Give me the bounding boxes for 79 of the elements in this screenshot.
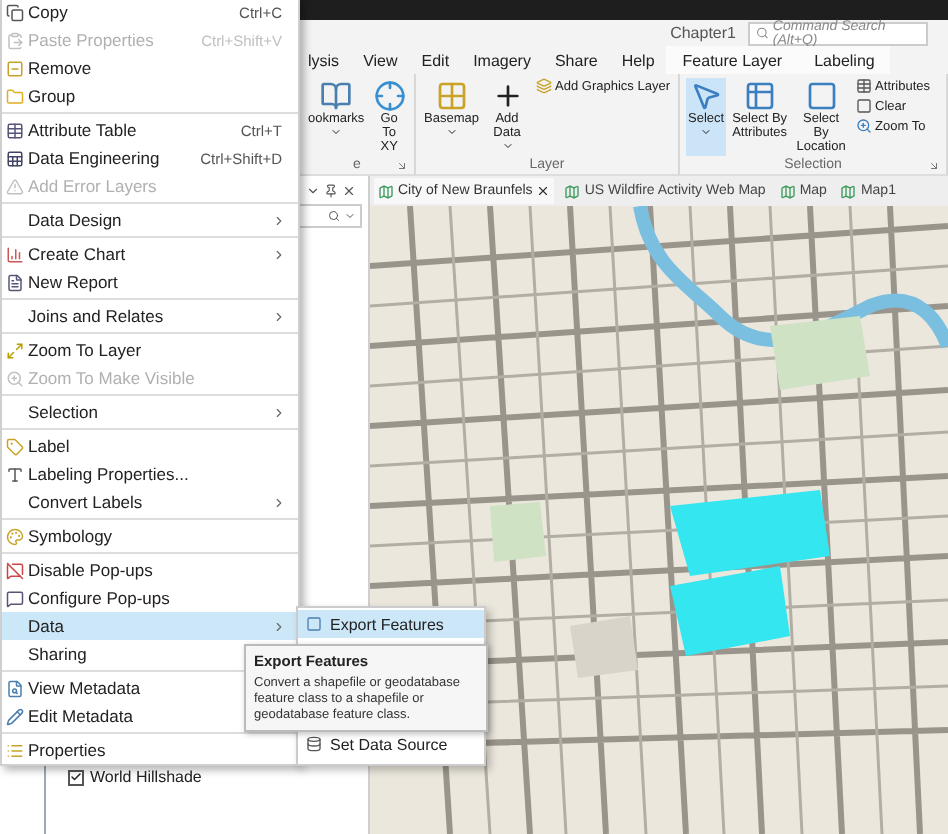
copy-icon bbox=[6, 3, 24, 21]
popup-off-icon bbox=[6, 561, 24, 579]
ribbon-tab[interactable]: View bbox=[351, 46, 410, 74]
project-title: Chapter1 bbox=[670, 24, 736, 42]
palette-icon bbox=[6, 527, 24, 545]
zoom-in-icon bbox=[855, 118, 872, 134]
menu-item[interactable]: Properties bbox=[2, 736, 298, 764]
chevron-right-icon bbox=[272, 213, 286, 227]
menu-item[interactable]: Configure Pop-ups bbox=[2, 584, 298, 612]
map-icon bbox=[378, 183, 394, 199]
pencil-icon bbox=[6, 707, 24, 725]
menu-item[interactable]: Remove bbox=[2, 54, 298, 82]
crosshair-icon bbox=[373, 80, 406, 112]
document-search-icon bbox=[6, 679, 24, 697]
zoom-in-icon bbox=[6, 369, 24, 387]
text-icon bbox=[6, 465, 24, 483]
close-icon[interactable] bbox=[342, 183, 356, 197]
launcher-icon[interactable] bbox=[396, 160, 408, 173]
grid-icon bbox=[435, 80, 468, 112]
table-icon bbox=[743, 80, 776, 112]
chevron-right-icon bbox=[272, 309, 286, 323]
ribbon-tab[interactable]: Labeling bbox=[798, 46, 891, 74]
square-icon bbox=[805, 80, 838, 112]
bar-chart-icon bbox=[6, 245, 24, 263]
menu-item[interactable]: Selection bbox=[2, 398, 298, 426]
menu-item[interactable]: Data Design bbox=[2, 206, 298, 234]
layers-icon bbox=[535, 78, 552, 94]
menu-item[interactable]: Label bbox=[2, 432, 298, 460]
pin-icon[interactable] bbox=[324, 183, 338, 197]
ribbon-tab[interactable]: Share bbox=[542, 46, 610, 74]
search-icon bbox=[328, 210, 340, 222]
menu-item[interactable]: Data bbox=[2, 612, 298, 640]
ribbon-tab[interactable]: Edit bbox=[409, 46, 462, 74]
launcher-icon[interactable] bbox=[928, 160, 940, 173]
menu-item[interactable]: Set Data Source bbox=[298, 730, 484, 758]
menu-item[interactable]: Symbology bbox=[2, 522, 298, 550]
menu-item[interactable]: New Report bbox=[2, 268, 298, 296]
warning-icon bbox=[6, 177, 24, 195]
table-icon bbox=[6, 149, 24, 167]
plus-icon bbox=[491, 80, 523, 112]
zoom-extent-icon bbox=[6, 341, 24, 359]
minus-square-icon bbox=[6, 59, 24, 77]
menu-item[interactable]: Labeling Properties... bbox=[2, 460, 298, 488]
folder-icon bbox=[6, 87, 24, 105]
table-icon bbox=[6, 121, 24, 139]
square-icon bbox=[855, 98, 872, 114]
ribbon-tab[interactable]: Feature Layer bbox=[666, 46, 799, 74]
menu-item[interactable]: Group bbox=[2, 82, 298, 110]
menu-item[interactable]: Disable Pop-ups bbox=[2, 556, 298, 584]
ribbon-tab[interactable]: Help bbox=[609, 46, 667, 74]
ribbon-tab[interactable]: lysis bbox=[296, 46, 352, 74]
tag-icon bbox=[6, 437, 24, 455]
chevron-right-icon bbox=[272, 495, 286, 509]
search-icon bbox=[756, 26, 769, 40]
table-icon bbox=[855, 78, 872, 94]
ribbon-tab[interactable]: Imagery bbox=[461, 46, 543, 74]
map-icon bbox=[779, 183, 796, 199]
chevron-down-icon[interactable] bbox=[306, 183, 320, 197]
document-icon bbox=[6, 273, 24, 291]
close-icon[interactable] bbox=[536, 184, 551, 198]
paste-icon bbox=[6, 31, 24, 49]
map-icon bbox=[564, 183, 581, 199]
menu-item[interactable]: Create Chart bbox=[2, 240, 298, 268]
layer-name: World Hillshade bbox=[90, 768, 202, 786]
book-icon bbox=[320, 80, 353, 112]
menu-item[interactable]: Convert Labels bbox=[2, 488, 298, 516]
menu-item[interactable]: Export Features bbox=[298, 610, 484, 638]
chevron-right-icon bbox=[272, 405, 286, 419]
menu-item[interactable]: Zoom To Layer bbox=[2, 336, 298, 364]
map-icon bbox=[840, 183, 857, 199]
database-icon bbox=[306, 736, 322, 752]
list-icon bbox=[6, 741, 24, 759]
popup-icon bbox=[6, 589, 24, 607]
checkbox[interactable] bbox=[68, 769, 84, 785]
pointer-icon bbox=[690, 80, 723, 112]
square-icon bbox=[306, 616, 322, 632]
chevron-right-icon bbox=[272, 619, 286, 633]
menu-item[interactable]: Joins and Relates bbox=[2, 302, 298, 330]
chevron-right-icon bbox=[272, 247, 286, 261]
